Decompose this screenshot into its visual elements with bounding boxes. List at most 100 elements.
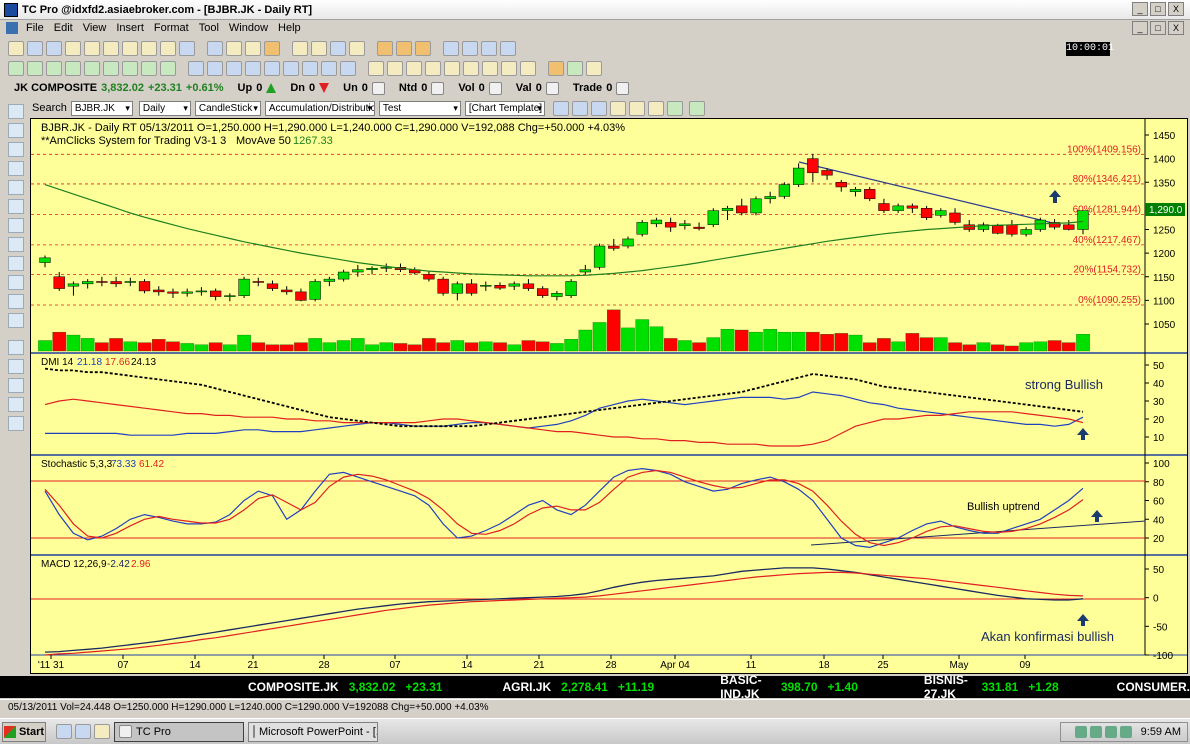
menu-edit[interactable]: Edit xyxy=(49,22,78,34)
preset-7-icon[interactable] xyxy=(482,60,498,76)
taskbar-item-powerpoint[interactable]: Microsoft PowerPoint - [... xyxy=(248,721,378,742)
template-5-icon[interactable] xyxy=(264,60,280,76)
draw-icon[interactable] xyxy=(628,100,645,116)
horizontal-line-icon[interactable] xyxy=(8,397,24,412)
w-tool-icon[interactable] xyxy=(8,313,24,328)
chart-template-select[interactable]: [Chart Template] xyxy=(464,100,545,116)
list-icon[interactable] xyxy=(462,40,478,56)
layout-3-icon[interactable] xyxy=(46,60,62,76)
grid-icon[interactable] xyxy=(330,40,346,56)
tool-a-icon[interactable] xyxy=(548,60,564,76)
template-set-select[interactable]: Test xyxy=(378,100,461,116)
layout-5-icon[interactable] xyxy=(84,60,100,76)
close-button[interactable]: X xyxy=(1168,2,1184,16)
template-9-icon[interactable] xyxy=(340,60,356,76)
chart-icon[interactable] xyxy=(207,40,223,56)
chart-type-select[interactable]: CandleStick xyxy=(194,100,261,116)
menu-insert[interactable]: Insert xyxy=(111,22,149,34)
quicklaunch-ie-icon[interactable] xyxy=(56,724,72,739)
tray-security-icon[interactable] xyxy=(1104,726,1117,738)
save-icon[interactable] xyxy=(27,40,43,56)
bank-icon[interactable] xyxy=(141,40,157,56)
mdi-minimize-button[interactable]: _ xyxy=(1132,21,1148,35)
tile-icon[interactable] xyxy=(443,40,459,56)
open-icon[interactable] xyxy=(8,40,24,56)
tray-network-icon[interactable] xyxy=(1074,726,1087,738)
watchlist-icon[interactable] xyxy=(103,40,119,56)
template-6-icon[interactable] xyxy=(283,60,299,76)
quicklaunch-desktop-icon[interactable] xyxy=(75,724,91,739)
settings-icon[interactable] xyxy=(609,100,626,116)
grid-toggle-icon[interactable] xyxy=(8,161,24,176)
zoom-out-icon[interactable] xyxy=(571,100,588,116)
chart-area[interactable]: 100%(1409.156) 80%(1346.421) 60%(1281.944)… xyxy=(30,118,1188,674)
refresh-icon[interactable] xyxy=(688,100,705,116)
menu-help[interactable]: Help xyxy=(273,22,306,34)
menu-format[interactable]: Format xyxy=(149,22,194,34)
magnet-icon[interactable] xyxy=(8,180,24,195)
volume-tool-icon[interactable] xyxy=(8,256,24,271)
maximize-button[interactable]: □ xyxy=(1150,2,1166,16)
template-7-icon[interactable] xyxy=(302,60,318,76)
tray-app-icon[interactable] xyxy=(1119,726,1132,738)
pointer-icon[interactable] xyxy=(8,104,24,119)
symbol-input[interactable]: BJBR.JK xyxy=(70,100,133,116)
zoom-in-icon[interactable] xyxy=(552,100,569,116)
alert-icon[interactable] xyxy=(264,40,280,56)
tray-volume-icon[interactable] xyxy=(1089,726,1102,738)
quicklaunch-browser-icon[interactable] xyxy=(94,724,110,739)
preset-8-icon[interactable] xyxy=(501,60,517,76)
window-arrange-icon[interactable] xyxy=(500,40,516,56)
layout-8-icon[interactable] xyxy=(141,60,157,76)
globe-icon[interactable] xyxy=(179,40,195,56)
minimize-button[interactable]: _ xyxy=(1132,2,1148,16)
table-icon[interactable] xyxy=(226,40,242,56)
note-icon[interactable] xyxy=(245,40,261,56)
mdi-close-button[interactable]: X xyxy=(1168,21,1184,35)
trophy3-icon[interactable] xyxy=(415,40,431,56)
period-select[interactable]: Daily xyxy=(138,100,191,116)
chart-svg[interactable]: 100%(1409.156)80%(1346.421)60%(1281.944)… xyxy=(31,119,1187,673)
gann-icon[interactable] xyxy=(8,275,24,290)
arrow-tool-icon[interactable] xyxy=(8,340,24,355)
trophy2-icon[interactable] xyxy=(396,40,412,56)
template-4-icon[interactable] xyxy=(245,60,261,76)
layout-1-icon[interactable] xyxy=(8,60,24,76)
scan-icon[interactable] xyxy=(122,40,138,56)
dollar-icon[interactable] xyxy=(666,100,683,116)
template-8-icon[interactable] xyxy=(321,60,337,76)
zoom-tool-out-icon[interactable] xyxy=(8,218,24,233)
layout-4-icon[interactable] xyxy=(65,60,81,76)
zoom-tool-in-icon[interactable] xyxy=(8,199,24,214)
vertical-line-icon[interactable] xyxy=(8,378,24,393)
taskbar-item-tcpro[interactable]: TC Pro xyxy=(114,721,244,742)
print-icon[interactable] xyxy=(46,40,62,56)
template-1-icon[interactable] xyxy=(188,60,204,76)
template-3-icon[interactable] xyxy=(226,60,242,76)
layout-6-icon[interactable] xyxy=(103,60,119,76)
menu-view[interactable]: View xyxy=(78,22,112,34)
preset-3-icon[interactable] xyxy=(406,60,422,76)
news-icon[interactable] xyxy=(160,40,176,56)
edit-icon[interactable] xyxy=(292,40,308,56)
channel-icon[interactable] xyxy=(8,416,24,431)
template-2-icon[interactable] xyxy=(207,60,223,76)
preset-2-icon[interactable] xyxy=(387,60,403,76)
layout-2-icon[interactable] xyxy=(27,60,43,76)
layout-icon[interactable] xyxy=(311,40,327,56)
layout-7-icon[interactable] xyxy=(122,60,138,76)
preset-4-icon[interactable] xyxy=(425,60,441,76)
tool-c-icon[interactable] xyxy=(586,60,602,76)
indicator-select[interactable]: Accumulation/Distribution xyxy=(264,100,375,116)
preset-1-icon[interactable] xyxy=(368,60,384,76)
properties-icon[interactable] xyxy=(8,142,24,157)
cascade-icon[interactable] xyxy=(481,40,497,56)
date-tool-icon[interactable] xyxy=(8,294,24,309)
mdi-restore-button[interactable]: □ xyxy=(1150,21,1166,35)
trophy-icon[interactable] xyxy=(377,40,393,56)
zoom-fit-icon[interactable] xyxy=(590,100,607,116)
crosshair-icon[interactable] xyxy=(8,123,24,138)
menu-tool[interactable]: Tool xyxy=(194,22,224,34)
preset-5-icon[interactable] xyxy=(444,60,460,76)
menu-window[interactable]: Window xyxy=(224,22,273,34)
